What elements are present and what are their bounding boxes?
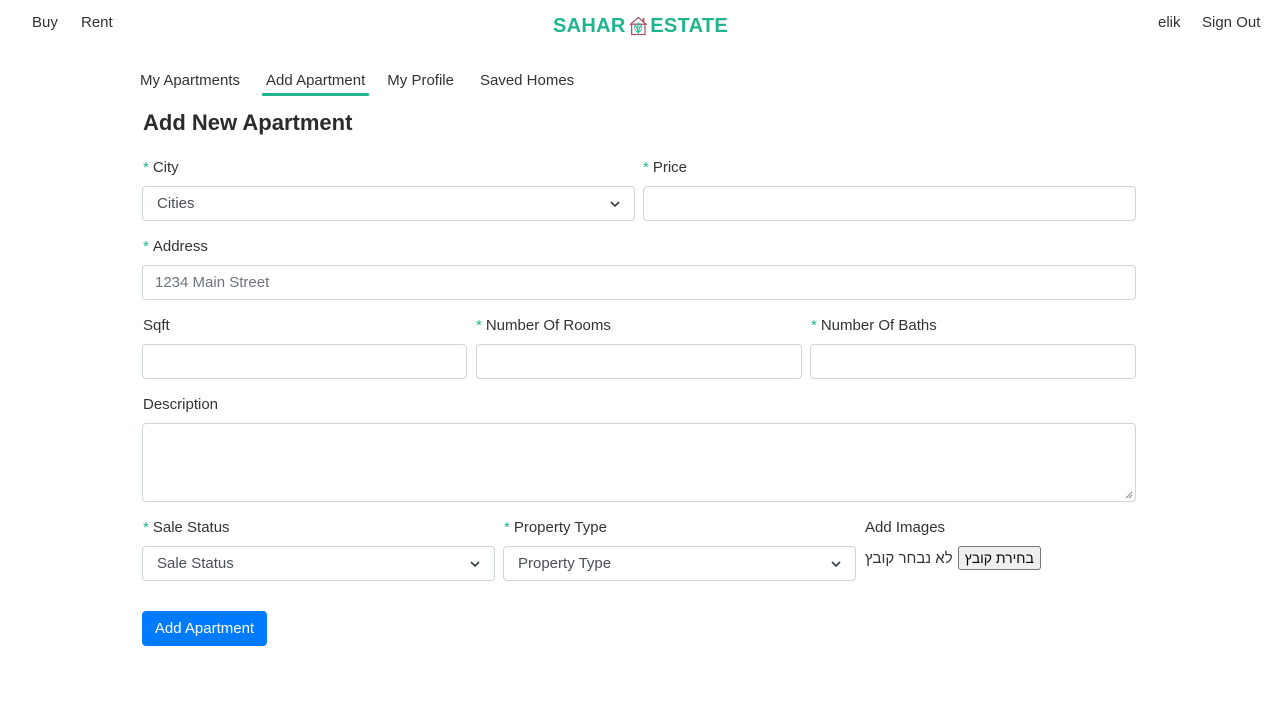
logo-text-left: SAHAR — [553, 14, 626, 37]
logo-text-right: ESTATE — [650, 14, 728, 37]
city-select-value: Cities — [157, 195, 195, 212]
price-label: * Price — [643, 159, 688, 176]
city-label: * City — [143, 159, 179, 176]
house-logo-icon — [629, 16, 647, 36]
sale-status-label: * Sale Status — [143, 519, 230, 536]
choose-file-button[interactable]: בחירת קובץ — [957, 546, 1041, 570]
sqft-input[interactable] — [142, 344, 467, 379]
page-title: Add New Apartment — [143, 110, 353, 135]
no-file-chosen-text: לא נבחר קובץ — [865, 549, 953, 567]
required-marker: * — [143, 159, 149, 176]
required-marker: * — [504, 519, 510, 536]
add-apartment-button[interactable]: Add Apartment — [142, 611, 267, 646]
rooms-input[interactable] — [476, 344, 802, 379]
required-marker: * — [143, 238, 149, 255]
nav-buy-link[interactable]: Buy — [32, 14, 58, 31]
address-placeholder: 1234 Main Street — [155, 274, 270, 291]
profile-tabs: My Apartments Add Apartment My Profile S… — [140, 70, 600, 96]
tab-my-profile[interactable]: My Profile — [387, 70, 458, 93]
tab-add-apartment[interactable]: Add Apartment — [262, 70, 370, 96]
chevron-down-icon — [610, 200, 620, 207]
property-type-label: * Property Type — [504, 519, 607, 536]
description-textarea[interactable] — [142, 423, 1136, 502]
sale-status-value: Sale Status — [157, 555, 234, 572]
required-marker: * — [143, 519, 149, 536]
tab-my-apartments[interactable]: My Apartments — [140, 70, 244, 93]
add-images-label: Add Images — [865, 519, 946, 536]
address-input[interactable]: 1234 Main Street — [142, 265, 1136, 300]
address-label: * Address — [143, 238, 208, 255]
baths-input[interactable] — [810, 344, 1136, 379]
rooms-label: * Number Of Rooms — [476, 317, 611, 334]
required-marker: * — [811, 317, 817, 334]
tab-saved-homes[interactable]: Saved Homes — [480, 70, 578, 93]
required-marker: * — [643, 159, 649, 176]
nav-signout-link[interactable]: Sign Out — [1202, 14, 1260, 31]
sqft-label: Sqft — [143, 317, 170, 334]
resize-handle-icon[interactable] — [1125, 491, 1133, 499]
city-select[interactable]: Cities — [142, 186, 635, 221]
property-type-value: Property Type — [518, 555, 612, 572]
baths-label: * Number Of Baths — [811, 317, 937, 334]
chevron-down-icon — [470, 560, 480, 567]
chevron-down-icon — [831, 560, 841, 567]
sale-status-select[interactable]: Sale Status — [142, 546, 495, 581]
description-label: Description — [143, 396, 219, 413]
required-marker: * — [476, 317, 482, 334]
nav-user-link[interactable]: elik — [1158, 14, 1181, 31]
price-input[interactable] — [643, 186, 1136, 221]
site-logo[interactable]: SAHAR ESTATE — [553, 6, 728, 46]
property-type-select[interactable]: Property Type — [503, 546, 856, 581]
image-file-input[interactable]: בחירת קובץ לא נבחר קובץ — [865, 546, 1041, 570]
nav-rent-link[interactable]: Rent — [81, 14, 113, 31]
